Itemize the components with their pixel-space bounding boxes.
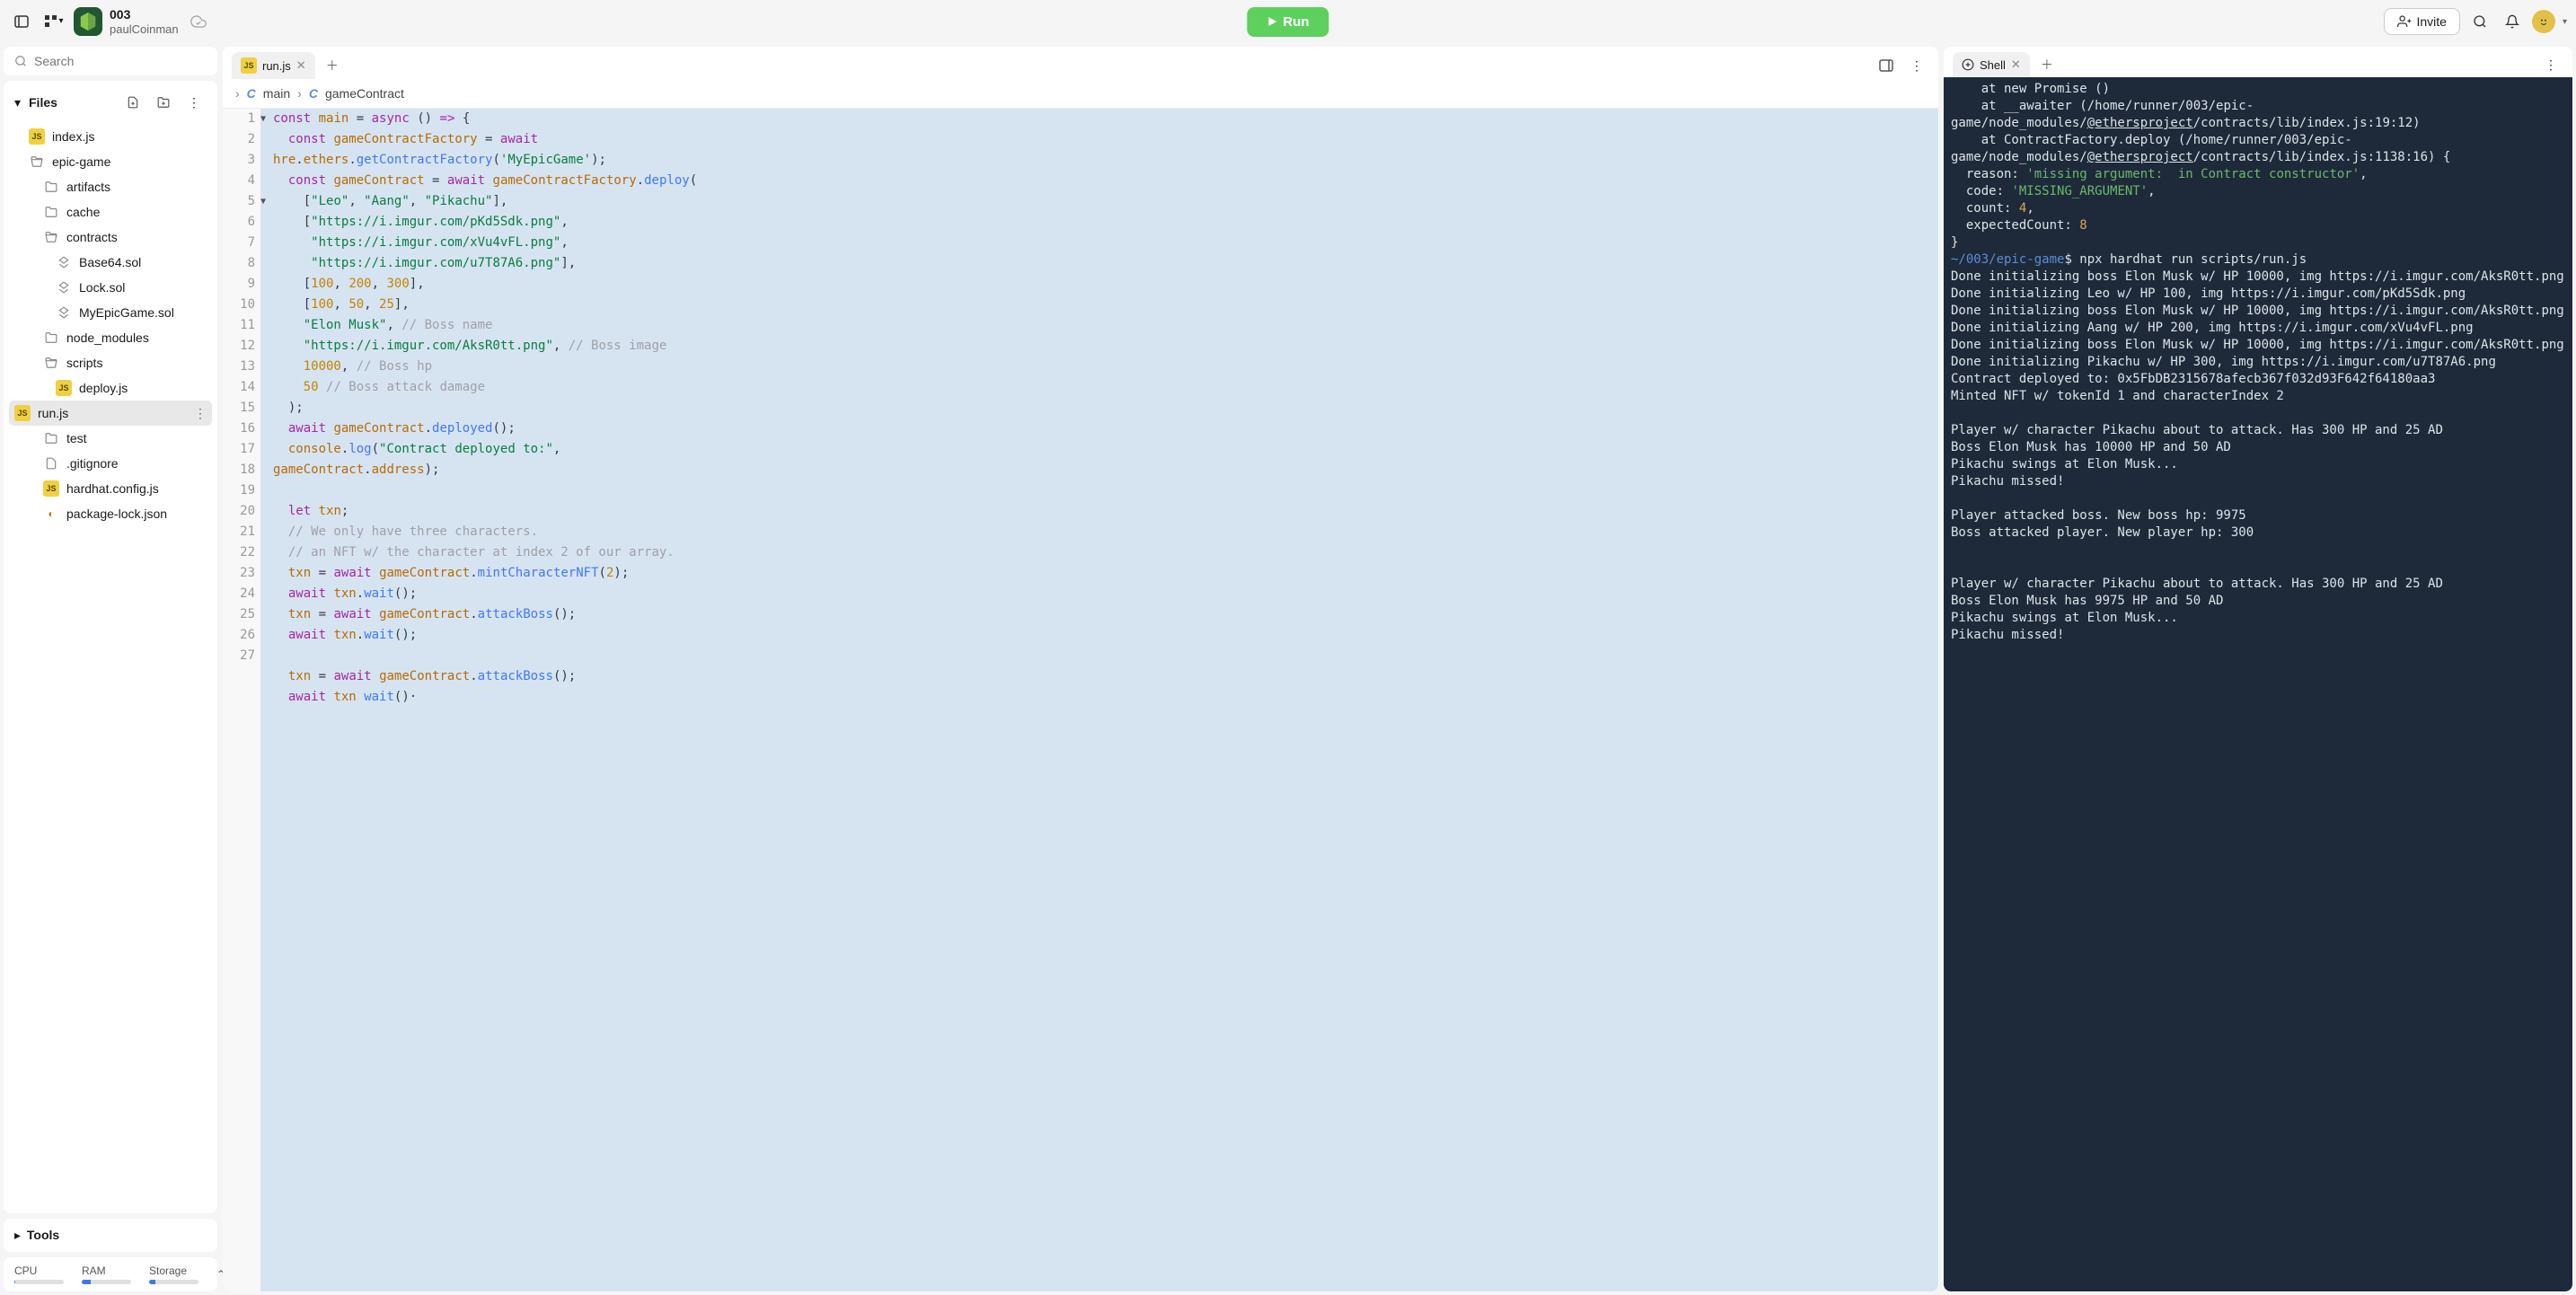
cube-icon: C [309,86,318,101]
file-row[interactable]: scripts [4,350,217,375]
files-header: ▾ Files ⋮ [4,81,217,124]
breadcrumb[interactable]: › C main › C gameContract [223,79,1938,109]
search-icon[interactable] [2467,9,2492,34]
files-label: Files [29,95,57,110]
invite-button[interactable]: Invite [2384,8,2460,35]
chevron-down-icon[interactable]: ▾ [14,95,23,110]
tools-label: Tools [27,1228,59,1242]
shell-tab-bar: Shell ✕ ＋ ⋮ [1944,47,2572,77]
add-shell-tab-icon[interactable]: ＋ [2035,52,2059,77]
stats-panel: CPU RAM Storage ⌃ [4,1257,217,1291]
file-tree[interactable]: JSindex.jsepic-gameartifactscachecontrac… [4,124,217,1213]
cube-icon: C [247,86,256,101]
storage-label: Storage [149,1264,198,1277]
search-icon [14,55,27,67]
new-folder-icon[interactable] [151,90,176,115]
tab-shell[interactable]: Shell ✕ [1953,52,2030,77]
ram-label: RAM [82,1264,131,1277]
close-icon[interactable]: ✕ [2011,57,2021,72]
shell-more-icon[interactable]: ⋮ [2538,52,2563,77]
run-label: Run [1283,14,1309,30]
file-row[interactable]: node_modules [4,325,217,350]
cloud-saved-icon[interactable] [186,9,211,34]
tab-run-js[interactable]: JS run.js ✕ [232,52,315,79]
code-editor[interactable]: 1▼2345▼678910111213141516171819202122232… [223,109,1938,1291]
invite-icon [2397,14,2412,29]
file-row[interactable]: artifacts [4,174,217,199]
js-file-icon: JS [241,57,257,74]
file-row[interactable]: test [4,426,217,451]
avatar[interactable] [2532,10,2555,33]
tab-label: run.js [262,59,291,73]
editor-tab-bar: JS run.js ✕ ＋ ⋮ [223,47,1938,79]
close-icon[interactable]: ✕ [296,58,306,73]
shell-icon [1962,58,1974,71]
apps-icon[interactable]: ▾ [41,9,66,34]
avatar-chevron-icon[interactable]: ▾ [2563,17,2567,27]
file-row[interactable]: JSdeploy.js [4,375,217,401]
project-info[interactable]: 003 paulCoinman [110,7,179,36]
file-row[interactable]: Lock.sol [4,275,217,300]
shell-output[interactable]: at new Promise () at __awaiter (/home/ru… [1944,77,2572,1291]
file-row[interactable]: cache [4,199,217,225]
play-icon [1266,16,1277,27]
layout-icon[interactable] [1874,53,1899,78]
cpu-label: CPU [14,1264,64,1277]
project-user: paulCoinman [110,22,179,37]
editor-pane: JS run.js ✕ ＋ ⋮ › C main › C gameContrac… [223,47,1938,1291]
editor-more-icon[interactable]: ⋮ [1904,53,1929,78]
file-row[interactable]: JShardhat.config.js [4,476,217,501]
nodejs-logo-icon [74,7,102,36]
new-file-icon[interactable] [120,90,146,115]
more-icon[interactable]: ⋮ [181,90,207,115]
topbar: ▾ 003 paulCoinman Run Invite [0,0,2576,43]
project-title: 003 [110,7,179,22]
file-row[interactable]: ◐package-lock.json [4,501,217,526]
file-row[interactable]: MyEpicGame.sol [4,300,217,325]
invite-label: Invite [2417,14,2447,29]
search-box[interactable] [4,47,217,75]
breadcrumb-gamecontract[interactable]: gameContract [325,86,404,101]
shell-pane: Shell ✕ ＋ ⋮ at new Promise () at __await… [1944,47,2572,1291]
file-row[interactable]: JSrun.js⋮ [9,401,212,426]
shell-tab-label: Shell [1980,58,2006,72]
run-button[interactable]: Run [1247,7,1328,37]
notifications-icon[interactable] [2500,9,2525,34]
add-tab-icon[interactable]: ＋ [321,53,344,78]
file-row[interactable]: epic-game [4,149,217,174]
sidebar-toggle-icon[interactable] [9,9,34,34]
file-row[interactable]: contracts [4,225,217,250]
file-row[interactable]: .gitignore [4,451,217,476]
file-row[interactable]: JSindex.js [4,124,217,149]
breadcrumb-main[interactable]: main [263,86,290,101]
tools-panel[interactable]: ▸ Tools [4,1219,217,1252]
file-row[interactable]: Base64.sol [4,250,217,275]
search-input[interactable] [34,54,207,68]
